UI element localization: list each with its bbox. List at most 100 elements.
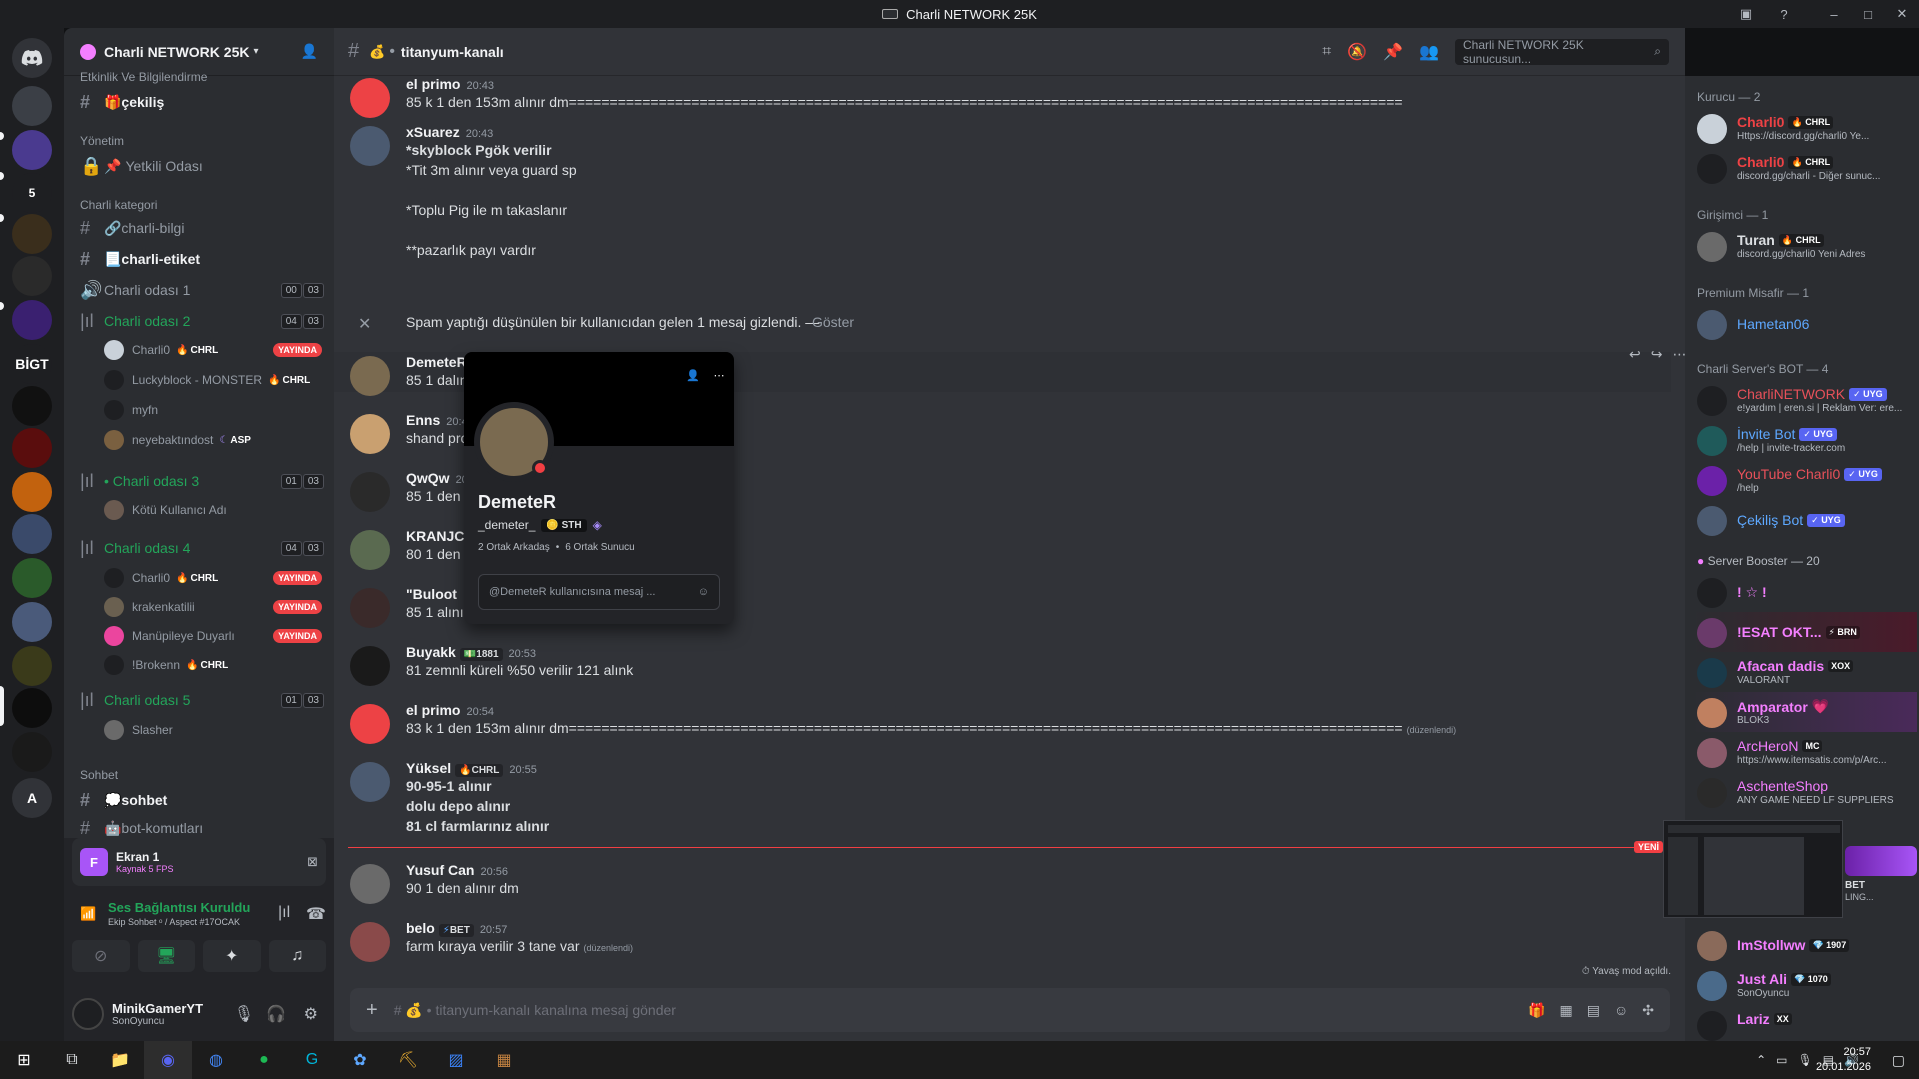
guild-icon-5[interactable]: 5 xyxy=(12,173,52,213)
mic-tray-icon[interactable]: 🎙 xyxy=(1797,1053,1812,1067)
file-explorer-icon[interactable]: 📁 xyxy=(96,1041,144,1079)
mutual-friends[interactable]: 2 Ortak Arkadaş xyxy=(478,542,550,553)
member[interactable]: Hametan06 xyxy=(1693,304,1917,344)
voice-channel-oda2[interactable]: |ıl Charli odası 2 04 03 xyxy=(72,307,328,335)
microphone-icon[interactable]: 🎙 xyxy=(234,1004,254,1024)
category-events[interactable]: Etkinlik Ve Bilgilendirme xyxy=(80,70,207,84)
chrome-icon[interactable]: ◍ xyxy=(192,1041,240,1079)
task-view-icon[interactable]: ⧉ xyxy=(48,1041,96,1079)
voice-user[interactable]: Charli0 🔥 CHRL YAYINDA xyxy=(104,566,328,590)
app-icon[interactable]: ▦ xyxy=(480,1041,528,1079)
screen-share-button[interactable]: 🖥 xyxy=(137,940,195,972)
voice-channel-oda5[interactable]: |ıl Charli odası 5 01 03 xyxy=(72,686,328,714)
category-chat[interactable]: Sohbet xyxy=(80,768,118,782)
reply-icon[interactable]: ↩ xyxy=(1629,346,1641,363)
guild-icon[interactable] xyxy=(12,646,52,686)
activities-button[interactable]: ✦ xyxy=(203,940,261,972)
logitech-icon[interactable]: G xyxy=(288,1041,336,1079)
channel-etiket[interactable]: # 📃charli-etiket xyxy=(72,245,328,273)
clock[interactable]: 20:57 20.01.2026 xyxy=(1816,1045,1871,1075)
member[interactable]: ! ☆ ! xyxy=(1693,572,1917,612)
voice-user[interactable]: krakenkatilii YAYINDA xyxy=(104,595,328,619)
guild-icon[interactable] xyxy=(12,602,52,642)
disconnect-icon[interactable]: ☎ xyxy=(306,904,326,924)
settings-gear-icon[interactable]: ⚙ xyxy=(304,1004,318,1024)
gif-icon[interactable]: ▦ xyxy=(1560,1002,1573,1019)
member[interactable]: Lariz XX xyxy=(1693,1005,1917,1045)
user-avatar[interactable] xyxy=(72,998,104,1030)
discord-taskbar-icon[interactable]: ◉ xyxy=(144,1041,192,1079)
noise-suppression-icon[interactable]: |ıl xyxy=(278,904,290,922)
member[interactable]: Çekiliş Bot ✓ UYG xyxy=(1693,500,1917,540)
member[interactable]: Turan 🔥 CHRL discord.gg/charli0 Yeni Adres xyxy=(1693,226,1917,266)
app-icon[interactable]: ✿ xyxy=(336,1041,384,1079)
close-button[interactable]: ✕ xyxy=(1885,0,1919,28)
guild-icon[interactable] xyxy=(12,558,52,598)
add-friend-icon[interactable]: 👤 xyxy=(682,364,704,386)
add-attachment-icon[interactable]: + xyxy=(366,999,378,1022)
member[interactable]: Charli0 🔥 CHRL Https://discord.gg/charli0 … xyxy=(1693,108,1917,148)
member[interactable]: Afacan dadis XOX VALORANT xyxy=(1693,652,1917,692)
minimize-button[interactable]: – xyxy=(1817,0,1851,28)
close-icon[interactable]: ✕ xyxy=(358,314,371,334)
guild-icon[interactable] xyxy=(12,386,52,426)
headphones-icon[interactable]: 🎧 xyxy=(266,1004,286,1024)
member[interactable]: İnvite Bot ✓ UYG/help | invite-tracker.co… xyxy=(1693,420,1917,460)
member[interactable]: CharliNETWORK ✓ UYG e!yardım | eren.si | R… xyxy=(1693,380,1917,420)
category-charli[interactable]: Charli kategori xyxy=(80,198,157,212)
sticker-icon[interactable]: ▤ xyxy=(1587,1002,1600,1019)
more-icon[interactable]: ⋯ xyxy=(708,364,730,386)
guild-icon[interactable] xyxy=(12,732,52,772)
guild-icon[interactable] xyxy=(12,256,52,296)
voice-user[interactable]: Charli0 🔥 CHRL YAYINDA xyxy=(104,338,328,362)
guild-icon[interactable] xyxy=(12,514,52,554)
message-input[interactable]: # 💰 • titanyum-kanalı kanalına mesaj gön… xyxy=(394,1002,676,1019)
member[interactable]: YouTube Charli0 ✓ UYG/help xyxy=(1693,460,1917,500)
voice-user[interactable]: Slasher xyxy=(104,718,328,742)
dm-input[interactable]: @DemeteR kullanıcısına mesaj ... ☺ xyxy=(478,574,720,610)
channel-cekilis[interactable]: # 🎁çekiliş xyxy=(72,88,328,116)
member[interactable]: Just Ali 💎 1070 SonOyuncu xyxy=(1693,965,1917,1005)
guild-icon[interactable] xyxy=(12,472,52,512)
voice-channel-oda4[interactable]: |ıl Charli odası 4 04 03 xyxy=(72,534,328,562)
voice-user[interactable]: !Brokenn 🔥 CHRL xyxy=(104,653,328,677)
guild-icon[interactable] xyxy=(12,214,52,254)
member[interactable]: !ESAT OKT... ⚡ BRN xyxy=(1693,612,1917,652)
apps-icon[interactable]: ✣ xyxy=(1642,1002,1654,1019)
voice-user[interactable]: Luckyblock - MONSTER 🔥 CHRL xyxy=(104,368,328,392)
spotify-icon[interactable]: ● xyxy=(240,1041,288,1079)
screen-share-preview[interactable] xyxy=(1663,820,1843,918)
category-admin[interactable]: Yönetim xyxy=(80,134,124,148)
guild-icon[interactable] xyxy=(12,300,52,340)
tray-icon[interactable]: ▭ xyxy=(1776,1053,1787,1067)
guild-icon-a[interactable]: A xyxy=(12,778,52,818)
user-name[interactable]: MinikGamerYT xyxy=(112,1001,203,1016)
channel-bilgi[interactable]: # 🔗charli-bilgi xyxy=(72,214,328,242)
member[interactable]: Charli0 🔥 CHRL discord.gg/charli - Diğer s… xyxy=(1693,148,1917,188)
app-icon[interactable]: ▨ xyxy=(432,1041,480,1079)
member-list-icon[interactable]: 👥 xyxy=(1419,42,1439,62)
app-icon[interactable]: ⛏ xyxy=(384,1041,432,1079)
notification-icon[interactable]: ▢ xyxy=(1892,1052,1905,1069)
help-icon[interactable]: ? xyxy=(1774,4,1794,24)
voice-channel-oda1[interactable]: 🔊 Charli odası 1 00 03 xyxy=(72,276,328,304)
channel-yetkili[interactable]: 🔒 📌 Yetkili Odası xyxy=(72,152,328,180)
guild-icon-bigt[interactable]: BİGT xyxy=(12,344,52,384)
stop-stream-icon[interactable]: ⊠ xyxy=(307,854,318,870)
mute-icon[interactable]: 🔕 xyxy=(1347,42,1367,62)
member[interactable]: AschenteShop ANY GAME NEED LF SUPPLIERS xyxy=(1693,772,1917,812)
voice-status-title[interactable]: Ses Bağlantısı Kuruldu xyxy=(108,900,250,915)
soundboard-button[interactable]: ♫ xyxy=(268,940,326,972)
inbox-icon[interactable]: ▣ xyxy=(1736,4,1756,24)
voice-user[interactable]: Kötü Kullanıcı Adı xyxy=(104,498,328,522)
voice-channel-oda3[interactable]: |ıl • Charli odası 3 01 03 xyxy=(72,467,328,495)
invite-icon[interactable]: 👤 xyxy=(301,43,318,60)
gift-icon[interactable]: 🎁 xyxy=(1528,1002,1545,1019)
show-link[interactable]: Göster xyxy=(812,314,854,330)
voice-user[interactable]: neyebaktındost ☾ ASP xyxy=(104,428,328,452)
threads-icon[interactable]: ⌗ xyxy=(1322,43,1331,61)
mutual-servers[interactable]: 6 Ortak Sunucu xyxy=(565,542,634,553)
member[interactable]: Amparator 💗 BLOK3 xyxy=(1693,692,1917,732)
voice-user[interactable]: Manüpileye Duyarlı YAYINDA xyxy=(104,624,328,648)
stream-preview[interactable]: F Ekran 1 Kaynak 5 FPS ⊠ xyxy=(72,838,326,886)
